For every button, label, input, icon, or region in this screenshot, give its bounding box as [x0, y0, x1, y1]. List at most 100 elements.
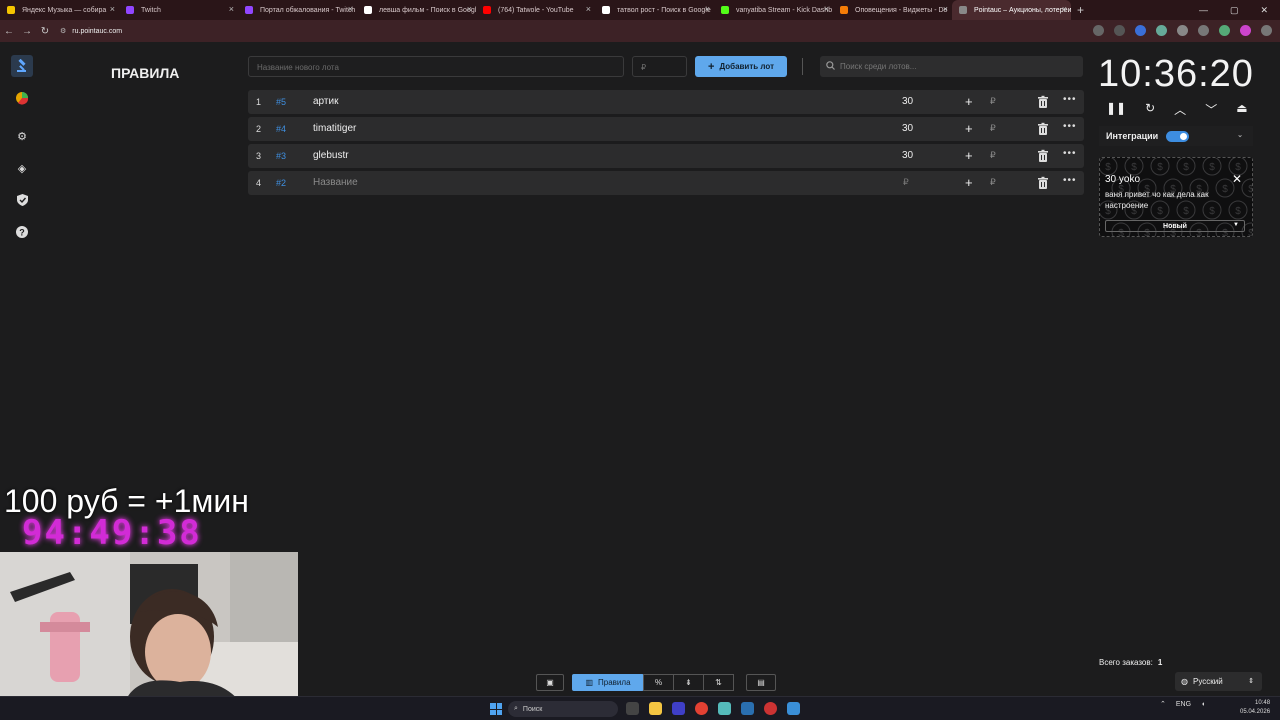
close-window-icon[interactable]: ✕	[1260, 5, 1268, 16]
rub-input[interactable]: ₽	[990, 150, 996, 161]
more-options-icon[interactable]: •••	[1063, 94, 1077, 105]
browser-tab[interactable]: vanyatiba Stream - Kick Dashb ×	[714, 0, 833, 20]
profile-avatar[interactable]	[1240, 25, 1251, 36]
volume-icon[interactable]: ◖	[1201, 701, 1205, 708]
trash-icon[interactable]	[1036, 122, 1050, 136]
lot-amount-field[interactable]: 30	[902, 150, 913, 161]
extension-icon[interactable]	[1219, 25, 1230, 36]
close-tab-icon[interactable]: ×	[229, 4, 234, 14]
trash-icon[interactable]	[1036, 95, 1050, 109]
plus-icon[interactable]: +	[965, 175, 973, 190]
donation-status-select[interactable]: Новый ▼	[1105, 220, 1245, 232]
task-view-icon[interactable]	[626, 702, 639, 715]
file-explorer-icon[interactable]	[649, 702, 662, 715]
split-icon[interactable]: ⇟	[673, 674, 704, 691]
lot-search-input[interactable]: Поиск среди лотов...	[820, 56, 1083, 77]
chrome-icon[interactable]	[695, 702, 708, 715]
reload-icon[interactable]: ↻	[36, 26, 54, 37]
close-tab-icon[interactable]: ×	[467, 4, 472, 14]
help-icon[interactable]: ?	[11, 221, 33, 243]
close-icon[interactable]: ✕	[1232, 172, 1242, 186]
new-tab-button[interactable]: +	[1077, 3, 1084, 17]
save-icon[interactable]: ▣	[536, 674, 564, 691]
lot-amount-field[interactable]: 30	[902, 123, 913, 134]
close-tab-icon[interactable]: ×	[943, 4, 948, 14]
rub-input[interactable]: ₽	[990, 123, 996, 134]
sort-icon[interactable]: ⇅	[703, 674, 734, 691]
lot-name-field[interactable]: Название	[313, 177, 358, 188]
percent-icon[interactable]: %	[643, 674, 674, 691]
lot-row[interactable]: 3 #3 glebustr 30 + ₽ •••	[248, 144, 1084, 168]
more-options-icon[interactable]: •••	[1063, 175, 1077, 186]
app-icon[interactable]	[718, 702, 731, 715]
menu-icon[interactable]	[1261, 25, 1272, 36]
language-select[interactable]: ◍ Русский ⇕	[1175, 672, 1262, 691]
layers-icon[interactable]: ◈	[11, 157, 33, 179]
lot-name-field[interactable]: timatitiger	[313, 123, 356, 134]
lot-name-field[interactable]: glebustr	[313, 150, 349, 161]
bookmark-star-icon[interactable]	[1114, 25, 1125, 36]
trash-icon[interactable]	[1036, 176, 1050, 190]
close-tab-icon[interactable]: ×	[110, 4, 115, 14]
plus-icon[interactable]: +	[965, 148, 973, 163]
lot-amount-field[interactable]: ₽	[903, 177, 909, 188]
extension-icon[interactable]	[1135, 25, 1146, 36]
taskbar-clock[interactable]: 10:48 05.04.2026	[1240, 699, 1270, 717]
plus-icon[interactable]: +	[965, 94, 973, 109]
browser-tab[interactable]: Оповещения - Виджеты - Do ×	[833, 0, 952, 20]
rules-button[interactable]: ▥ Правила	[572, 674, 644, 691]
pause-icon[interactable]: ❚❚	[1106, 101, 1126, 118]
puzzle-icon[interactable]	[1177, 25, 1188, 36]
browser-tab[interactable]: татвол рост - Поиск в Google ×	[595, 0, 714, 20]
add-lot-button[interactable]: + Добавить лот	[695, 56, 787, 77]
shield-icon[interactable]	[11, 189, 33, 211]
double-up-icon[interactable]: ⏏	[1236, 101, 1247, 118]
browser-tab[interactable]: Pointauc – Аукционы, лотереи ×	[952, 0, 1071, 20]
forward-icon[interactable]: →	[18, 26, 36, 37]
chevron-down-icon[interactable]: ﹀	[1205, 101, 1217, 118]
steam-icon[interactable]	[741, 702, 754, 715]
close-tab-icon[interactable]: ×	[705, 4, 710, 14]
new-lot-name-input[interactable]: Название нового лота	[248, 56, 624, 77]
reading-list-icon[interactable]	[1198, 25, 1209, 36]
rub-input[interactable]: ₽	[990, 96, 996, 107]
new-lot-amount-input[interactable]: ₽	[632, 56, 687, 77]
browser-tab[interactable]: левша фильм - Поиск в Googl ×	[357, 0, 476, 20]
close-tab-icon[interactable]: ×	[824, 4, 829, 14]
reset-icon[interactable]: ↻	[1145, 101, 1155, 118]
maximize-icon[interactable]: ▢	[1230, 5, 1239, 16]
lot-row[interactable]: 1 #5 артик 30 + ₽ •••	[248, 90, 1084, 114]
minimize-icon[interactable]: —	[1199, 5, 1208, 15]
close-tab-icon[interactable]: ×	[348, 4, 353, 14]
more-options-icon[interactable]: •••	[1063, 148, 1077, 159]
browser-tab[interactable]: Яндекс Музыка — собира ×	[0, 0, 119, 20]
app-icon[interactable]	[672, 702, 685, 715]
chevron-up-icon[interactable]: ︿	[1174, 101, 1186, 118]
browser-tab[interactable]: Twitch ×	[119, 0, 238, 20]
auction-icon[interactable]	[11, 55, 33, 77]
integrations-toggle[interactable]	[1166, 130, 1190, 142]
chevron-down-icon[interactable]: ⌄	[1237, 131, 1243, 139]
rub-input[interactable]: ₽	[990, 177, 996, 188]
browser-tab[interactable]: (764) Tatwole - YouTube ×	[476, 0, 595, 20]
wheel-icon[interactable]	[11, 87, 33, 109]
lot-row[interactable]: 2 #4 timatitiger 30 + ₽ •••	[248, 117, 1084, 141]
keyboard-language[interactable]: ENG	[1176, 701, 1191, 708]
tray-chevron-icon[interactable]: ⌃	[1160, 700, 1166, 708]
clear-list-icon[interactable]: ▤	[746, 674, 776, 691]
lot-amount-field[interactable]: 30	[902, 96, 913, 107]
site-info-icon[interactable]: ⚙	[60, 27, 66, 35]
back-icon[interactable]: ←	[0, 26, 18, 37]
lot-row[interactable]: 4 #2 Название ₽ + ₽ •••	[248, 171, 1084, 195]
url-field[interactable]: ⚙ ru.pointauc.com	[60, 27, 122, 36]
more-options-icon[interactable]: •••	[1063, 121, 1077, 132]
browser-tab[interactable]: Портал обжалования - Twitch ×	[238, 0, 357, 20]
close-tab-icon[interactable]: ×	[586, 4, 591, 14]
taskbar-search[interactable]: ⌕ Поиск	[508, 701, 618, 717]
close-tab-icon[interactable]: ×	[1062, 4, 1067, 14]
lot-name-field[interactable]: артик	[313, 96, 338, 107]
telegram-icon[interactable]	[787, 702, 800, 715]
plus-icon[interactable]: +	[965, 121, 973, 136]
extension-icon[interactable]	[1156, 25, 1167, 36]
app-icon[interactable]	[764, 702, 777, 715]
